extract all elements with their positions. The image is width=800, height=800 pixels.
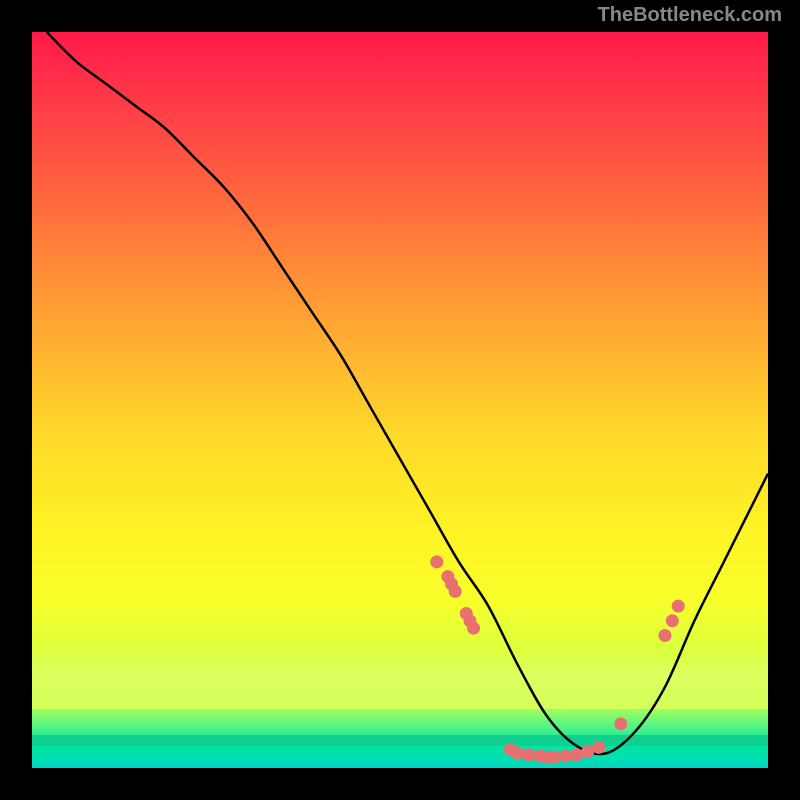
data-marker — [592, 741, 605, 754]
data-marker — [449, 585, 462, 598]
plot-area — [32, 32, 768, 768]
marker-group — [430, 555, 684, 763]
data-marker — [511, 747, 524, 760]
chart-svg — [32, 32, 768, 768]
data-marker — [672, 600, 685, 613]
bottleneck-curve — [47, 32, 768, 754]
data-marker — [559, 750, 572, 763]
data-marker — [522, 748, 535, 761]
watermark-text: TheBottleneck.com — [598, 4, 782, 27]
data-marker — [614, 717, 627, 730]
data-marker — [570, 748, 583, 761]
data-marker — [666, 614, 679, 627]
data-marker — [658, 629, 671, 642]
data-marker — [548, 750, 561, 763]
data-marker — [467, 622, 480, 635]
data-marker — [430, 555, 443, 568]
